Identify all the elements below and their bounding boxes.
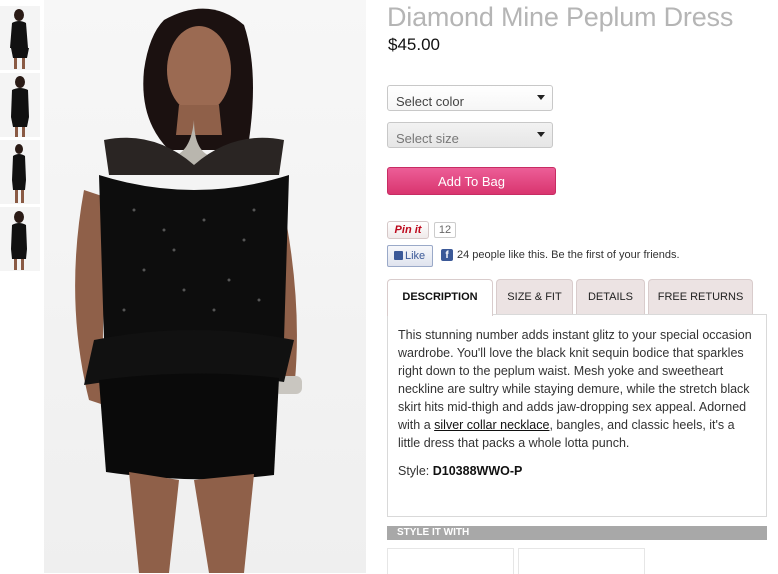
product-price: $45.00: [388, 35, 440, 54]
like-label: Like: [405, 250, 426, 262]
product-thumbnail-4[interactable]: [0, 207, 40, 271]
color-select[interactable]: Select color: [387, 85, 553, 111]
pin-it-button[interactable]: Pin it: [387, 221, 429, 239]
product-thumbnail-1[interactable]: [0, 6, 40, 70]
tab-description[interactable]: DESCRIPTION: [387, 279, 493, 316]
main-product-image[interactable]: [44, 0, 366, 573]
style-it-with-item[interactable]: [387, 548, 514, 574]
product-thumbnail-2[interactable]: [0, 73, 40, 137]
size-select[interactable]: Select size: [387, 122, 553, 148]
add-to-bag-button[interactable]: Add To Bag: [387, 167, 556, 195]
style-it-with-item[interactable]: [518, 548, 645, 574]
tab-free-returns[interactable]: FREE RETURNS: [648, 279, 753, 315]
color-select-label: Select color: [396, 94, 464, 109]
tab-size-fit[interactable]: SIZE & FIT: [496, 279, 573, 315]
facebook-like-count-text: 24 people like this. Be the first of you…: [457, 249, 680, 261]
thumbs-up-icon: [394, 251, 403, 260]
description-text-part-1: This stunning number adds instant glitz …: [398, 328, 752, 432]
style-number: Style: D10388WWO-P: [398, 462, 756, 480]
chevron-down-icon: [537, 132, 545, 137]
pin-count: 12: [434, 222, 456, 238]
tab-details[interactable]: DETAILS: [576, 279, 645, 315]
style-it-with-header: STYLE IT WITH: [387, 526, 767, 540]
description-panel: This stunning number adds instant glitz …: [387, 314, 767, 517]
chevron-down-icon: [537, 95, 545, 100]
product-title: Diamond Mine Peplum Dress: [387, 2, 734, 32]
facebook-icon: f: [441, 249, 453, 261]
size-select-label: Select size: [396, 131, 459, 146]
thumbnail-strip: [0, 6, 42, 274]
facebook-like-button[interactable]: Like: [387, 245, 433, 267]
product-thumbnail-3[interactable]: [0, 140, 40, 204]
silver-collar-necklace-link[interactable]: silver collar necklace: [434, 418, 549, 432]
description-text: This stunning number adds instant glitz …: [398, 326, 756, 452]
style-label: Style:: [398, 464, 430, 478]
style-code: D10388WWO-P: [432, 464, 523, 478]
